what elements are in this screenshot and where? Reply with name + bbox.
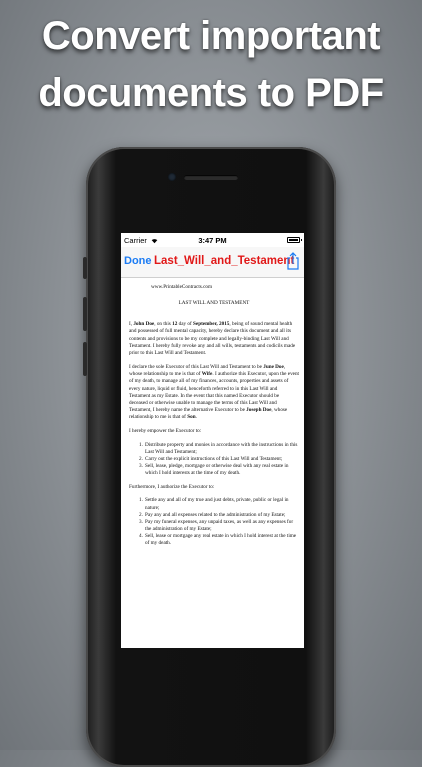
list-text: Sell, lease or mortgage any real estate … — [145, 533, 297, 547]
headline: Convert important documents to PDF — [0, 8, 422, 122]
done-button[interactable]: Done — [124, 255, 152, 267]
authorize-intro: Furthermore, I authorize the Executor to… — [129, 484, 215, 491]
authorize-list: 1. Settle any and all of my true and just… — [129, 497, 299, 547]
list-number: 1. — [139, 441, 143, 448]
p1-text: day of — [177, 321, 193, 328]
list-item: 3. Sell, lease, pledge, mortgage or other… — [129, 463, 299, 477]
empower-intro: I hereby empower the Executor to: — [129, 428, 202, 435]
document-title: Last_Will_and_Testament — [154, 255, 295, 267]
phone-screen: Carrier 3:47 PM Done Last_Will_and_Testa… — [121, 233, 304, 648]
battery-icon — [287, 237, 302, 243]
p1-text: , on this — [154, 321, 173, 328]
volume-down-button — [83, 342, 87, 376]
list-number: 4. — [139, 533, 143, 540]
status-bar: Carrier 3:47 PM — [121, 233, 304, 247]
volume-up-button — [83, 297, 87, 331]
list-number: 3. — [139, 518, 143, 525]
doc-site-url: www.PrintableContracts.com — [151, 284, 213, 290]
list-item: 2. Pay any and all expenses related to th… — [129, 512, 299, 519]
executor-relationship: Wife — [201, 371, 213, 378]
empower-list: 1. Distribute property and monies in acco… — [129, 442, 299, 478]
list-item: 4. Sell, lease or mortgage any real estat… — [129, 533, 299, 547]
headline-line-2: documents to PDF — [38, 71, 384, 115]
list-text: Pay my funeral expenses, any unpaid taxe… — [145, 518, 294, 533]
list-item: 1. Settle any and all of my true and just… — [129, 497, 299, 511]
list-number: 1. — [139, 497, 143, 504]
list-item: 3. Pay my funeral expenses, any unpaid ta… — [129, 519, 299, 533]
list-number: 2. — [139, 511, 143, 518]
doc-heading: LAST WILL AND TESTAMENT — [178, 300, 250, 307]
testator-name: John Doe — [133, 321, 155, 328]
headline-line-1: Convert important — [41, 14, 381, 58]
share-icon[interactable] — [286, 252, 300, 270]
alternate-executor-name: Joseph Doe — [246, 407, 272, 414]
list-number: 2. — [139, 455, 143, 462]
list-number: 3. — [139, 462, 143, 469]
list-item: 2. Carry out the explicit instructions of… — [129, 456, 299, 463]
list-text: Pay any and all expenses related to the … — [145, 511, 286, 518]
earpiece-speaker — [184, 175, 238, 180]
list-text: Settle any and all of my true and just d… — [145, 497, 289, 511]
mute-switch — [83, 257, 87, 279]
p2-text: . — [195, 414, 197, 421]
document-body: www.PrintableContracts.com LAST WILL AND… — [121, 278, 304, 548]
executor-name: June Doe — [263, 364, 284, 371]
front-camera — [168, 173, 176, 181]
status-time: 3:47 PM — [198, 236, 227, 245]
list-item: 1. Distribute property and monies in acco… — [129, 442, 299, 456]
list-text: Sell, lease, pledge, mortgage or otherwi… — [145, 462, 289, 477]
doc-paragraph-1: I, John Doe, on this 12 day of September… — [129, 321, 299, 357]
navigation-bar: Done Last_Will_and_Testament — [121, 247, 304, 278]
phone-frame: Carrier 3:47 PM Done Last_Will_and_Testa… — [83, 147, 336, 767]
p2-text: I declare the sole Executor of this Last… — [129, 364, 264, 371]
doc-paragraph-2: I declare the sole Executor of this Last… — [129, 364, 299, 421]
alternate-executor-relationship: Son — [187, 414, 196, 421]
list-text: Carry out the explicit instructions of t… — [145, 455, 283, 462]
will-month-year: September, 2015 — [193, 321, 230, 328]
list-text: Distribute property and monies in accord… — [145, 441, 298, 455]
